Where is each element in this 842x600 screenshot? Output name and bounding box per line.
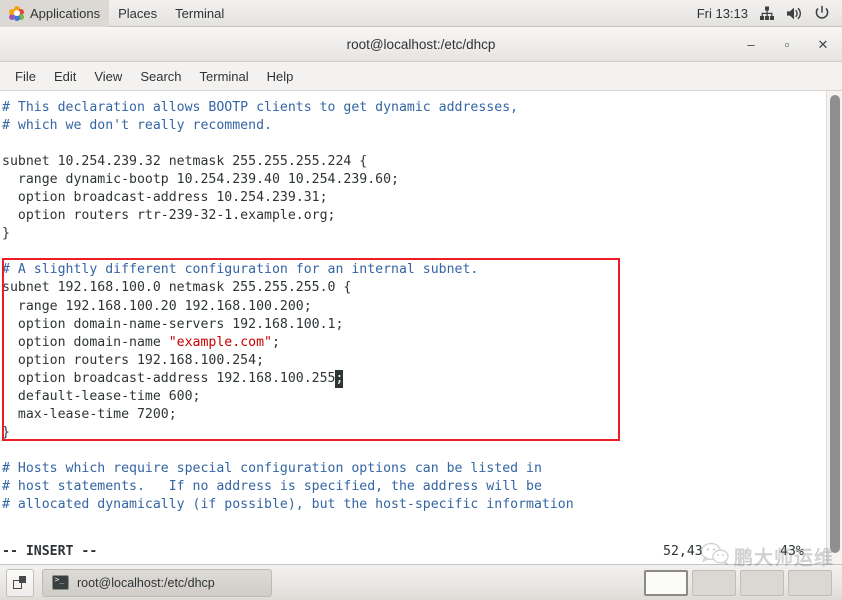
terminal-line: } [2,225,826,243]
terminal-text: subnet 10.254.239.32 netmask 255.255.255… [2,154,368,170]
terminal-line: option domain-name-servers 192.168.100.1… [2,316,826,334]
applications-menu[interactable]: Applications [0,0,110,27]
terminal-text: # host statements. If no address is spec… [2,478,542,494]
terminal-text: # This declaration allows BOOTP clients … [2,100,519,115]
terminal-text: range dynamic-bootp 10.254.239.40 10.254… [2,172,399,188]
terminal-line: option broadcast-address 10.254.239.31; [2,189,826,207]
terminal-text: # which we don't really recommend. [2,118,272,134]
terminal-text: "example.com" [168,334,272,350]
workspace-4[interactable] [788,569,832,596]
terminal-text: option domain-name-servers 192.168.100.1… [2,316,344,332]
window-titlebar[interactable]: root@localhost:/etc/dhcp – ▫ ✕ [0,27,842,62]
terminal-icon [52,575,69,590]
terminal-text: option broadcast-address 10.254.239.31; [2,190,328,206]
menu-view[interactable]: View [85,66,131,87]
terminal-line: # which we don't really recommend. [2,117,826,135]
task-list: root@localhost:/etc/dhcp [42,568,272,597]
taskbar: root@localhost:/etc/dhcp [0,564,842,600]
terminal-menu[interactable]: Terminal [166,0,233,27]
terminal-line: # This declaration allows BOOTP clients … [2,99,826,117]
scrollbar-thumb[interactable] [830,95,840,553]
network-icon[interactable] [759,6,775,21]
minimize-button[interactable]: – [740,34,762,56]
terminal-text: max-lease-time 7200; [2,406,177,422]
show-desktop-icon [13,575,27,590]
terminal-line: option broadcast-address 192.168.100.255… [2,369,826,388]
terminal-line: subnet 192.168.100.0 netmask 255.255.255… [2,279,826,297]
terminal-text: option routers rtr-239-32-1.example.org; [2,208,336,224]
menu-search[interactable]: Search [131,66,190,87]
terminal-line: # A slightly different configuration for… [2,261,826,279]
terminal-text: # Hosts which require special configurat… [2,460,542,476]
terminal-line: subnet 10.254.239.32 netmask 255.255.255… [2,153,826,171]
taskbar-item-label: root@localhost:/etc/dhcp [77,575,215,590]
menu-edit[interactable]: Edit [45,66,85,87]
maximize-button[interactable]: ▫ [776,34,798,56]
terminal-text-area[interactable]: # This declaration allows BOOTP clients … [0,91,826,564]
window-title: root@localhost:/etc/dhcp [346,36,496,52]
vim-status-line: -- INSERT -- 52,43 43% [0,544,826,564]
menu-file[interactable]: File [6,66,45,87]
workspace-switcher [644,569,836,596]
terminal-text: # allocated dynamically (if possible), b… [2,497,574,513]
terminal-viewport[interactable]: # This declaration allows BOOTP clients … [0,91,842,564]
power-icon[interactable] [814,5,830,21]
terminal-line: range dynamic-bootp 10.254.239.40 10.254… [2,171,826,189]
terminal-menu-label: Terminal [175,5,225,21]
vim-mode-indicator: -- INSERT -- [2,544,98,559]
terminal-window: root@localhost:/etc/dhcp – ▫ ✕ File Edit… [0,27,842,564]
places-menu-label: Places [118,5,158,21]
terminal-text: } [2,226,10,242]
taskbar-item-terminal[interactable]: root@localhost:/etc/dhcp [42,568,272,597]
workspace-1[interactable] [644,569,688,596]
applications-menu-label: Applications [30,5,101,21]
vim-cursor-position: 52,43 [663,544,703,559]
pinwheel-icon [9,5,24,21]
terminal-line: option routers 192.168.100.254; [2,352,826,370]
workspace-3[interactable] [740,569,784,596]
terminal-text: ; [271,334,280,350]
terminal-text: range 192.168.100.20 192.168.100.200; [2,298,312,314]
workspace-2[interactable] [692,569,736,596]
terminal-line: # allocated dynamically (if possible), b… [2,496,826,514]
terminal-text: default-lease-time 600; [2,388,201,404]
text-cursor: ; [335,369,344,388]
menu-terminal[interactable]: Terminal [191,66,258,87]
desktop-screen: Applications Places Terminal Fri 13:13 r… [0,0,842,600]
terminal-text: option domain-name [2,334,169,350]
terminal-text: # A slightly different configuration for… [2,262,479,278]
terminal-text: } [2,424,10,440]
terminal-line: default-lease-time 600; [2,388,826,406]
terminal-line: # host statements. If no address is spec… [2,478,826,496]
terminal-line: # Hosts which require special configurat… [2,460,826,478]
terminal-line: max-lease-time 7200; [2,406,826,424]
terminal-text: option routers 192.168.100.254; [2,352,265,368]
clock[interactable]: Fri 13:13 [697,6,748,21]
window-controls: – ▫ ✕ [740,27,834,62]
vim-scroll-percent: 43% [780,544,804,559]
menubar: File Edit View Search Terminal Help [0,62,842,91]
terminal-text: subnet 192.168.100.0 netmask 255.255.255… [2,280,352,296]
terminal-line: } [2,424,826,442]
terminal-scrollbar[interactable] [826,91,842,564]
top-panel: Applications Places Terminal Fri 13:13 [0,0,842,27]
places-menu[interactable]: Places [109,0,166,27]
terminal-line: option domain-name "example.com"; [2,334,826,352]
menu-help[interactable]: Help [258,66,303,87]
terminal-text: option broadcast-address 192.168.100.255 [2,370,336,386]
top-panel-status-area: Fri 13:13 [697,5,842,21]
volume-icon[interactable] [786,6,803,21]
terminal-line: range 192.168.100.20 192.168.100.200; [2,298,826,316]
terminal-line: option routers rtr-239-32-1.example.org; [2,207,826,225]
show-desktop-button[interactable] [6,568,34,597]
close-button[interactable]: ✕ [812,34,834,56]
